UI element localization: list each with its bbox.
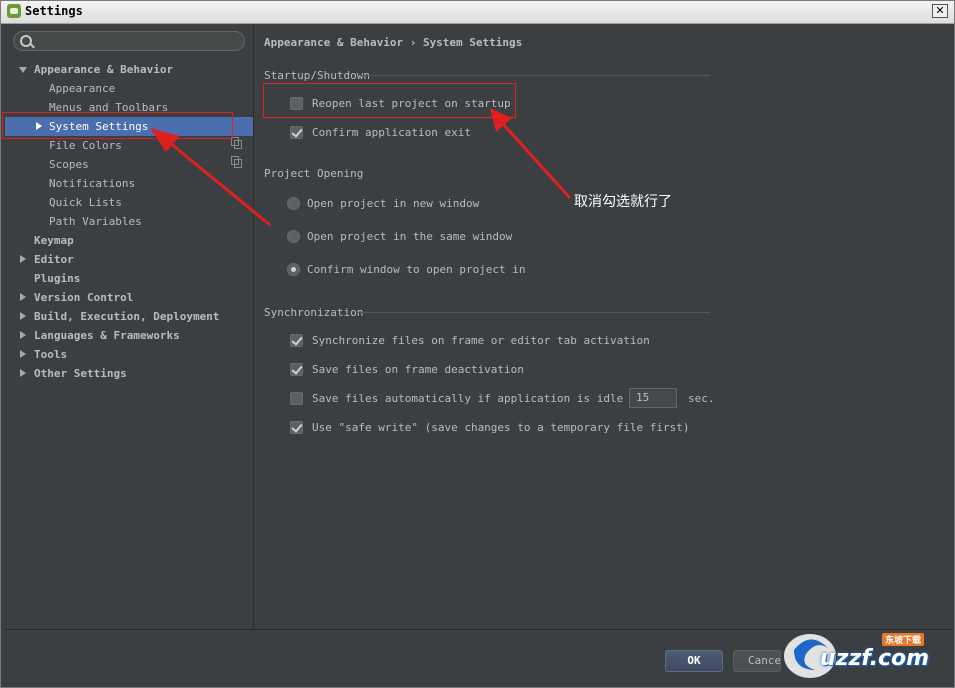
annotation-arrows — [150, 108, 572, 227]
arrow-line — [169, 141, 271, 227]
annotation-text: 取消勾选就行了 — [574, 194, 672, 210]
watermark-tag: 东坡下载 — [882, 633, 925, 646]
arrow-to-system-settings — [150, 128, 271, 227]
arrow-to-reopen-option — [490, 108, 572, 200]
arrow-line — [501, 122, 572, 200]
watermark-text: uzzf.com — [820, 646, 930, 671]
